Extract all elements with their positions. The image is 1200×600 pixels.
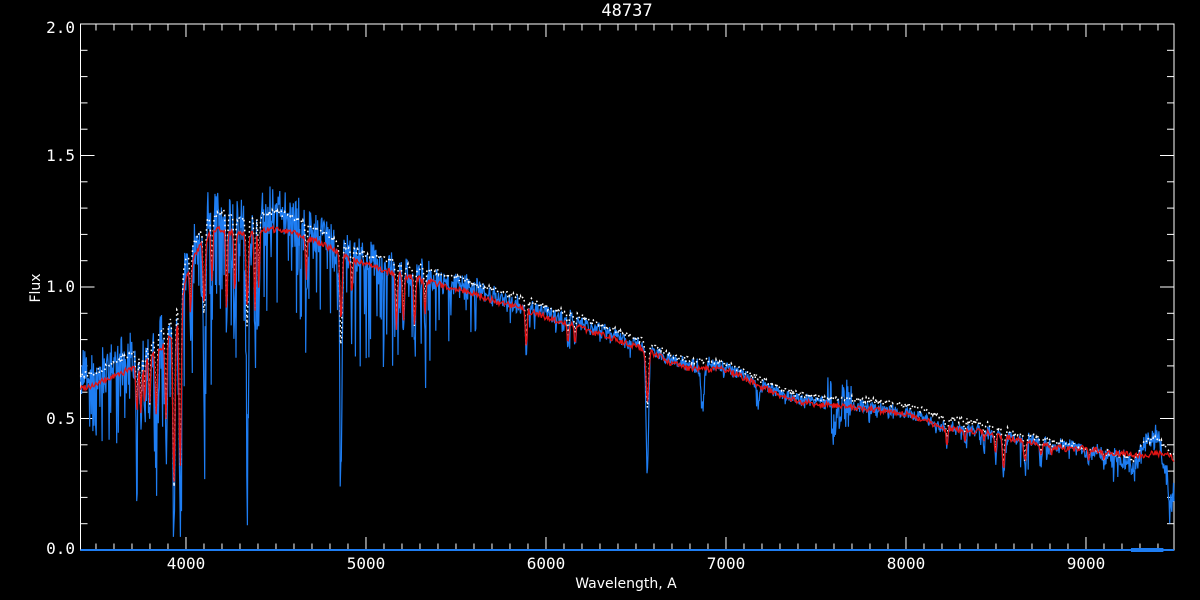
plot-title: 48737	[601, 1, 652, 21]
spectrum-chart: 48737 Wavelength, A Flux 4000 5000 6000 …	[28, 1, 1175, 592]
spectrum-plot-window: 48737 Wavelength, A Flux 4000 5000 6000 …	[0, 0, 1200, 600]
x-tick-label: 6000	[527, 554, 566, 573]
y-tick-label: 1.5	[46, 146, 75, 165]
x-tick-label: 7000	[707, 554, 746, 573]
y-tick-label: 1.0	[46, 277, 75, 296]
x-tick-label: 8000	[887, 554, 926, 573]
x-axis-label: Wavelength, A	[575, 576, 677, 592]
y-tick-label: 0.5	[46, 409, 75, 428]
chart-layers	[79, 23, 1175, 552]
model-spectrum	[79, 224, 1175, 482]
y-axis-label: Flux	[28, 273, 44, 302]
y-tick-label: 2.0	[46, 18, 75, 37]
y-tick-label: 0.0	[46, 539, 75, 558]
x-tick-label: 9000	[1067, 554, 1106, 573]
x-tick-label: 4000	[167, 554, 206, 573]
x-tick-label: 5000	[347, 554, 386, 573]
